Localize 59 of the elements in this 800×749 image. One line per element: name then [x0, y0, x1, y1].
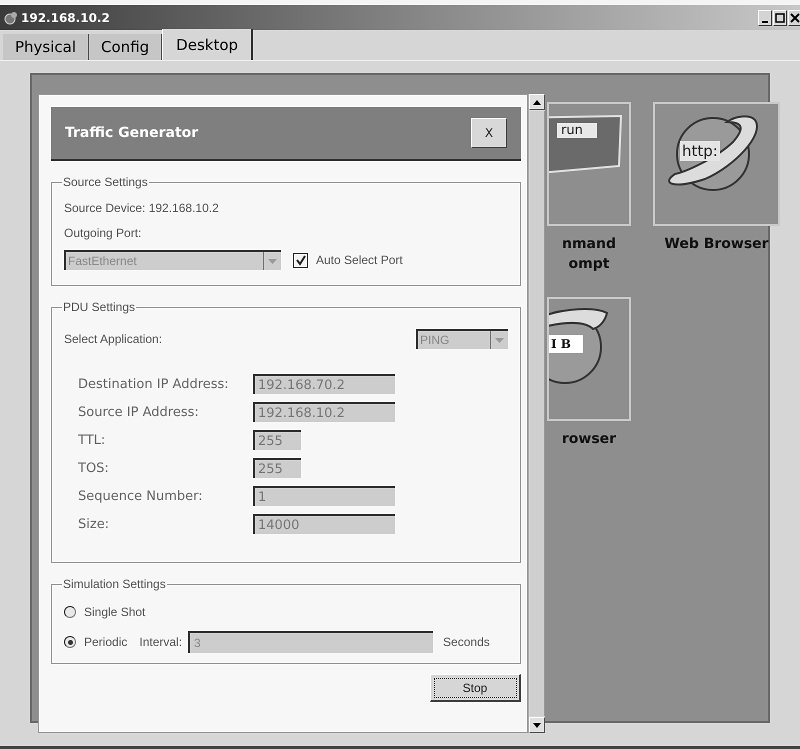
icon-text: run	[557, 123, 597, 138]
minimize-button[interactable]	[758, 10, 772, 26]
window-title: 192.168.10.2	[21, 10, 111, 24]
tab[interactable]: Desktop	[162, 29, 254, 60]
input-field[interactable]: 1	[253, 486, 395, 506]
arrow-down-icon	[533, 722, 541, 728]
radio-label: Periodic	[84, 635, 128, 649]
input-field[interactable]: 192.168.70.2	[253, 374, 395, 394]
field-label: Source IP Address:	[78, 404, 200, 420]
field-label: Select Application:	[64, 332, 162, 346]
icon-text: I B	[549, 335, 583, 353]
scrollbar[interactable]	[528, 94, 545, 733]
interval-field[interactable]: 3	[188, 631, 434, 653]
app-tile[interactable]: run	[547, 102, 631, 226]
tab[interactable]: Physical	[3, 34, 90, 60]
scroll-up-button[interactable]	[529, 94, 545, 110]
input-field[interactable]: 255	[253, 430, 301, 450]
field-label: TOS:	[78, 460, 110, 476]
dropdown-arrow-icon	[495, 338, 504, 342]
unit-label: Seconds	[443, 635, 490, 649]
port-dropdown[interactable]: FastEthernet	[64, 250, 281, 270]
group-legend: Simulation Settings	[62, 577, 167, 591]
close-button[interactable]	[788, 10, 800, 26]
app-label: Web Browser	[663, 235, 770, 254]
field-label: Destination IP Address:	[78, 376, 230, 392]
close-button[interactable]: X	[471, 118, 507, 148]
app-icon	[4, 10, 18, 24]
app-label: rowser	[560, 430, 618, 449]
tab[interactable]: Config	[89, 34, 162, 60]
arrow-up-icon	[533, 100, 541, 104]
input-field[interactable]: 14000	[253, 514, 395, 534]
checkbox[interactable]	[293, 252, 308, 268]
radio-button[interactable]	[64, 636, 76, 648]
checkbox-label: Auto Select Port	[316, 253, 403, 267]
field-label: TTL:	[78, 432, 106, 448]
minimize-icon	[762, 20, 768, 22]
group-legend: PDU Settings	[62, 300, 136, 314]
field-label: Outgoing Port:	[64, 226, 142, 240]
radio-label: Single Shot	[84, 605, 146, 619]
input-field[interactable]: 192.168.10.2	[253, 402, 395, 422]
field-label: Size:	[78, 516, 110, 532]
dropdown-arrow-icon	[268, 258, 277, 264]
group-legend: Source Settings	[62, 175, 149, 189]
field-label: Interval:	[139, 635, 182, 649]
input-field[interactable]: 255	[253, 458, 301, 478]
maximize-icon	[775, 12, 785, 22]
source-device-text: Source Device: 192.168.10.2	[64, 200, 219, 214]
field-label: Sequence Number:	[78, 488, 204, 504]
app-tile[interactable]: I B	[547, 297, 631, 421]
application-dropdown[interactable]: PING	[416, 329, 508, 349]
radio-button[interactable]	[64, 606, 76, 618]
app-label: nmand ompt	[561, 235, 617, 274]
icon-text: http:	[680, 141, 720, 161]
stop-button[interactable]: Stop	[430, 674, 521, 702]
dialog-title: Traffic Generator	[65, 125, 198, 141]
app-tile[interactable]: http:	[653, 102, 780, 226]
maximize-button[interactable]	[773, 10, 787, 26]
scroll-down-button[interactable]	[529, 717, 545, 733]
close-icon	[790, 12, 800, 22]
